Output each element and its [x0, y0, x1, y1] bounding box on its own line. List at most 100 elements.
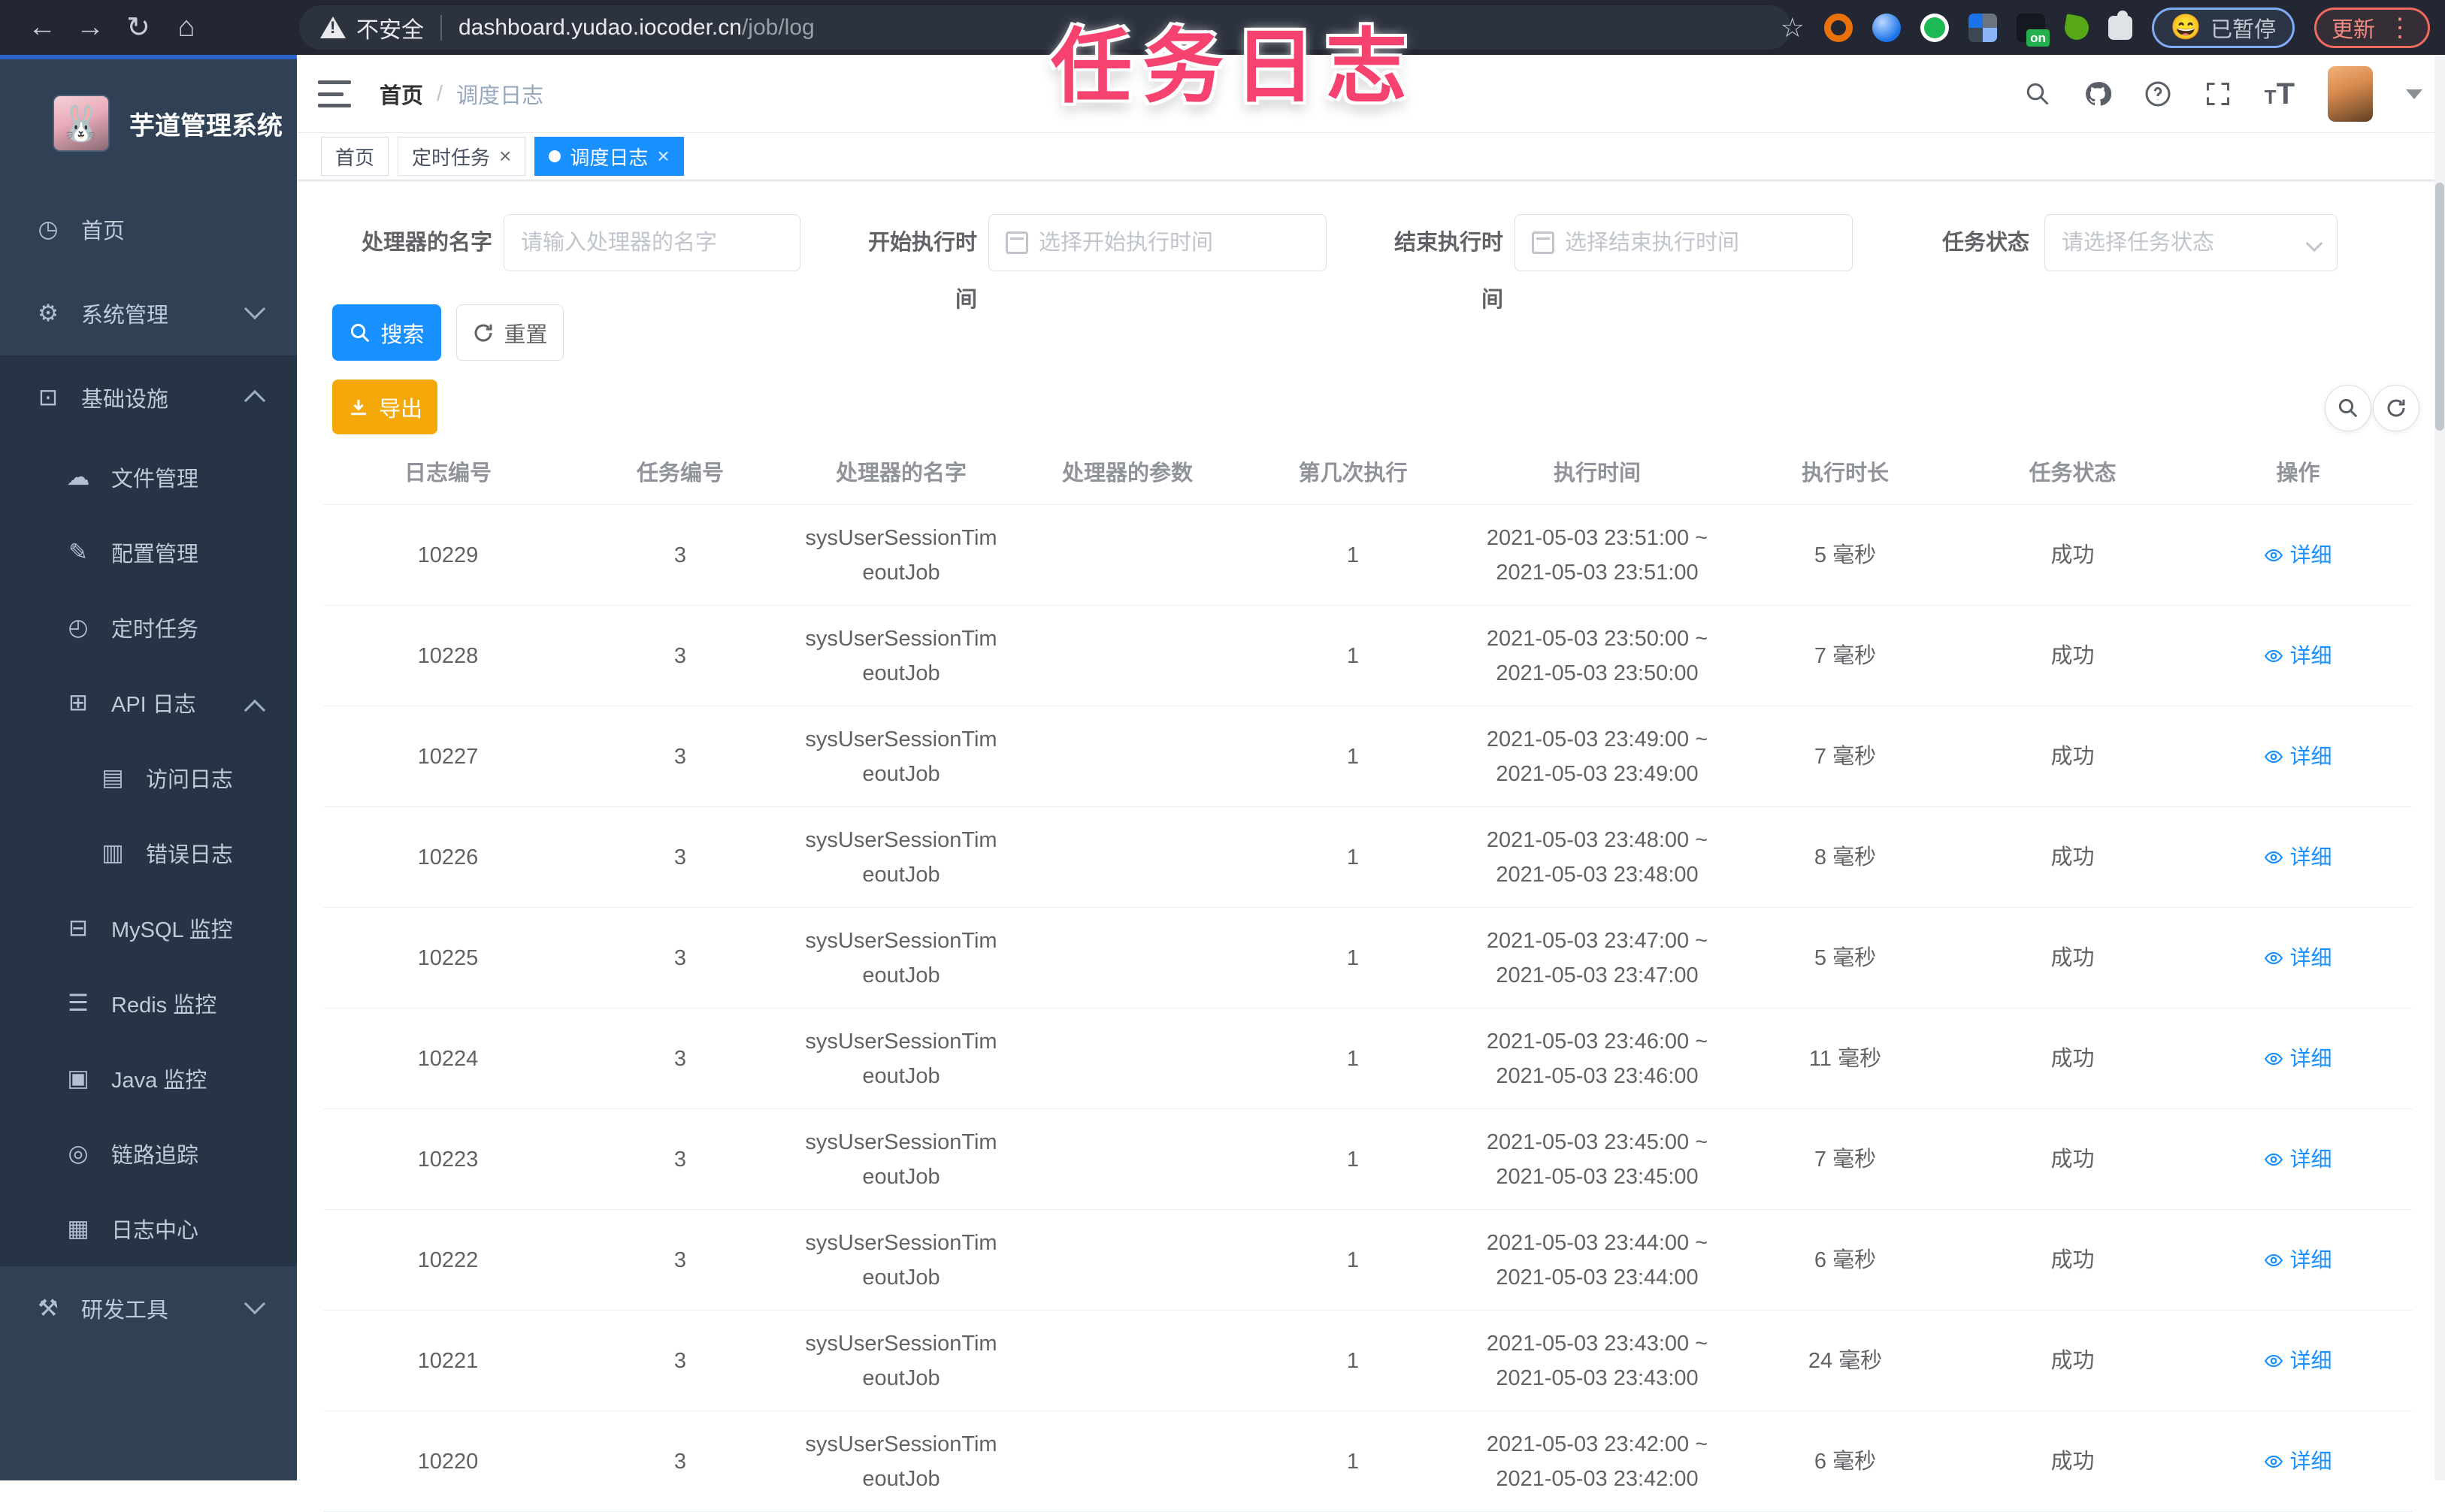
- sidebar-item-infra[interactable]: ⊡ 基础设施: [0, 355, 297, 440]
- cell-status: 成功: [2050, 945, 2095, 970]
- refresh-table-button[interactable]: [2373, 385, 2419, 431]
- cell-time: 2021-05-03 23:43:00 ~2021-05-03 23:43:00: [1486, 1331, 1708, 1390]
- sidebar-item-redis[interactable]: ☰ Redis 监控: [0, 966, 297, 1041]
- sidebar-item-file[interactable]: ☁ 文件管理: [0, 440, 297, 515]
- cell-log-id: 10223: [417, 1147, 479, 1172]
- detail-link[interactable]: 详细: [2264, 1042, 2332, 1076]
- begin-time-input[interactable]: [1039, 230, 1309, 256]
- detail-link-label: 详细: [2289, 945, 2332, 969]
- cell-param: [1015, 505, 1240, 605]
- sidebar-item-java[interactable]: ▣ Java 监控: [0, 1041, 297, 1116]
- detail-link[interactable]: 详细: [2264, 739, 2332, 774]
- on-badge-label: on: [2026, 29, 2050, 47]
- extensions-row: on: [1823, 10, 2132, 47]
- cell-actions: 详细: [2183, 1210, 2413, 1310]
- extension-blue-bulb-icon[interactable]: [1872, 13, 1901, 42]
- cell-duration: 7 毫秒: [1814, 744, 1877, 769]
- sidebar-item-label: Redis 监控: [111, 993, 217, 1018]
- sidebar-item-devtools[interactable]: ⚒ 研发工具: [0, 1266, 297, 1350]
- caret-down-icon[interactable]: [2406, 89, 2422, 99]
- kebab-menu-icon[interactable]: ⋮: [2387, 13, 2413, 43]
- extensions-puzzle-icon[interactable]: [2108, 10, 2132, 40]
- detail-link[interactable]: 详细: [2264, 1243, 2332, 1278]
- close-icon[interactable]: ×: [499, 146, 511, 167]
- address-bar[interactable]: 不安全 dashboard.yudao.iocoder.cn/job/log: [299, 5, 1791, 50]
- update-button[interactable]: 更新 ⋮: [2313, 7, 2430, 48]
- end-time-input[interactable]: [1565, 230, 1835, 256]
- back-icon[interactable]: ←: [18, 11, 66, 44]
- paused-label: 已暂停: [2210, 17, 2276, 42]
- bookmark-star-icon[interactable]: ☆: [1781, 12, 1805, 44]
- sidebar-item-error-log[interactable]: ▥ 错误日志: [0, 815, 297, 891]
- sidebar-item-system[interactable]: ⚙ 系统管理: [0, 271, 297, 355]
- search-button-label: 搜索: [380, 322, 425, 347]
- extension-orange-ring-icon[interactable]: [1823, 13, 1853, 42]
- not-secure-label: 不安全: [356, 17, 424, 43]
- sidebar-item-home[interactable]: ◷ 首页: [0, 187, 297, 271]
- task-status-select[interactable]: [2044, 214, 2338, 271]
- tag-调度日志[interactable]: 调度日志 ×: [534, 137, 684, 176]
- reload-icon[interactable]: ↻: [114, 11, 162, 44]
- help-icon[interactable]: [2144, 80, 2171, 107]
- export-button[interactable]: 导出: [332, 380, 437, 434]
- close-icon[interactable]: ×: [657, 146, 669, 167]
- handler-name-input[interactable]: [521, 230, 783, 256]
- cell-task-id: 3: [673, 1449, 687, 1474]
- scrollbar-thumb[interactable]: [2435, 183, 2444, 431]
- sidebar-item-access-log[interactable]: ▤ 访问日志: [0, 740, 297, 815]
- table-row: 10220 3 sysUserSessionTim eoutJob 1 2021-…: [323, 1411, 2413, 1512]
- search-button[interactable]: 搜索: [332, 304, 441, 361]
- sidebar-item-label: 系统管理: [81, 304, 169, 328]
- font-size-icon[interactable]: TT: [2265, 77, 2295, 111]
- url-host: dashboard.yudao.iocoder.cn: [458, 14, 742, 40]
- eye-icon: [2265, 549, 2283, 561]
- cell-handler: sysUserSessionTim eoutJob: [805, 626, 997, 685]
- sidebar-item-config[interactable]: ✎ 配置管理: [0, 515, 297, 590]
- detail-link[interactable]: 详细: [2264, 1142, 2332, 1177]
- edit-icon: ✎: [68, 539, 88, 565]
- task-status-input[interactable]: [2062, 230, 2320, 256]
- cell-task-id: 3: [673, 945, 687, 970]
- tags-view-bar: 首页 定时任务 × 调度日志 ×: [297, 133, 2445, 180]
- avatar[interactable]: [2328, 66, 2373, 122]
- hamburger-icon[interactable]: [318, 77, 351, 110]
- cell-status: 成功: [2050, 1247, 2095, 1272]
- reset-button[interactable]: 重置: [456, 304, 564, 361]
- detail-link[interactable]: 详细: [2264, 639, 2332, 673]
- search-icon[interactable]: [2024, 80, 2051, 107]
- toggle-search-button[interactable]: [2325, 385, 2371, 431]
- cell-status: 成功: [2050, 1147, 2095, 1172]
- tag-首页[interactable]: 首页: [321, 137, 389, 176]
- extension-leaf-icon[interactable]: [2062, 13, 2091, 42]
- paused-profile-badge[interactable]: 😄 已暂停: [2151, 7, 2295, 48]
- sidebar-item-label: 首页: [81, 219, 126, 243]
- extension-green-y-icon[interactable]: [1920, 13, 1949, 42]
- cell-actions: 详细: [2183, 706, 2413, 806]
- job-log-table: 日志编号 任务编号 处理器的名字 处理器的参数 第几次执行 执行时间 执行时长 任务状态 操作 …: [323, 442, 2413, 1512]
- detail-link[interactable]: 详细: [2264, 1344, 2332, 1378]
- github-icon[interactable]: [2084, 80, 2111, 107]
- detail-link[interactable]: 详细: [2264, 840, 2332, 875]
- detail-link[interactable]: 详细: [2264, 941, 2332, 975]
- search-icon: [351, 323, 370, 342]
- logo-row[interactable]: 🐰 芋道管理系统: [0, 59, 297, 187]
- scrollbar[interactable]: [2434, 55, 2445, 1480]
- breadcrumb-current: 调度日志: [456, 84, 544, 108]
- cell-duration: 5 毫秒: [1814, 945, 1877, 970]
- extension-on-badge-icon[interactable]: on: [2016, 13, 2050, 47]
- fullscreen-icon[interactable]: [2204, 80, 2232, 107]
- breadcrumb-home[interactable]: 首页: [380, 78, 423, 110]
- tag-定时任务[interactable]: 定时任务 ×: [398, 137, 526, 176]
- forward-icon[interactable]: →: [66, 11, 114, 44]
- sidebar-item-cron-job[interactable]: ◴ 定时任务: [0, 590, 297, 665]
- sidebar-item-mysql[interactable]: ⊟ MySQL 监控: [0, 891, 297, 966]
- extension-grid-icon[interactable]: [1968, 13, 1997, 42]
- detail-link[interactable]: 详细: [2264, 538, 2332, 573]
- cell-log-id: 10221: [417, 1348, 479, 1373]
- sidebar-item-api-log[interactable]: ⊞ API 日志: [0, 665, 297, 740]
- sidebar-item-trace[interactable]: ◎ 链路追踪: [0, 1116, 297, 1191]
- home-icon[interactable]: ⌂: [162, 11, 210, 44]
- sidebar-item-label: 文件管理: [111, 467, 199, 491]
- sidebar-item-log-center[interactable]: ▦ 日志中心: [0, 1191, 297, 1266]
- detail-link[interactable]: 详细: [2264, 1444, 2332, 1479]
